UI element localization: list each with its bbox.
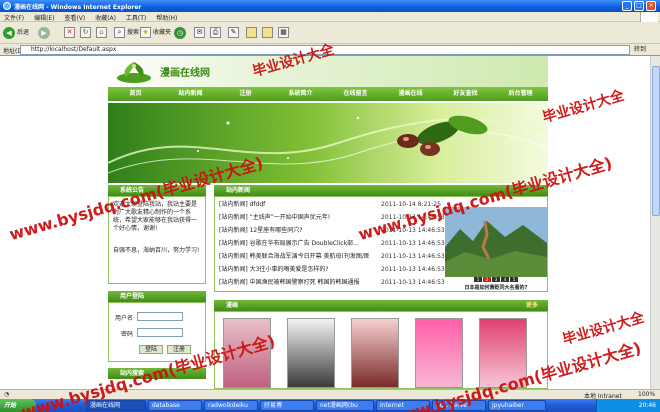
news-photo[interactable] [445, 207, 547, 277]
ie-icon [3, 2, 11, 10]
mail-button[interactable]: ✉ [194, 26, 207, 40]
discuss-button[interactable] [246, 26, 259, 40]
login-header: 用户登陆 [108, 291, 206, 302]
site-container: 漫画在线网 首页 站内新闻 注册 系统简介 在线留言 漫画在线 好友查找 后台管… [108, 56, 548, 389]
windows-flag-icon [640, 12, 658, 22]
comic-cover[interactable] [351, 318, 399, 388]
refresh-icon: ↻ [80, 27, 91, 38]
photo-page-5[interactable]: 5 [510, 277, 518, 282]
nav-news[interactable]: 站内新闻 [163, 87, 218, 101]
forward-arrow-icon: ▶ [38, 26, 50, 39]
edit-icon: ✎ [228, 27, 239, 38]
photo-caption[interactable]: 日本是如何褒贬同大名著的? [445, 284, 547, 291]
minimize-button[interactable]: _ [622, 1, 632, 11]
vertical-scrollbar[interactable] [650, 56, 660, 389]
nav-about[interactable]: 系统简介 [273, 87, 328, 101]
photo-page-2[interactable]: 2 [483, 277, 491, 282]
photo-page-4[interactable]: 4 [501, 277, 509, 282]
nav-register[interactable]: 注册 [218, 87, 273, 101]
task-database[interactable]: database [148, 400, 202, 411]
history-icon: ◷ [174, 26, 186, 39]
comics-header: 漫画 更多 [214, 300, 548, 311]
back-arrow-icon: ◀ [3, 26, 15, 39]
site-name: 漫画在线网 [160, 68, 210, 79]
password-label: 密码 [121, 331, 134, 338]
nav-guestbook[interactable]: 在线留言 [328, 87, 383, 101]
nav-comics[interactable]: 漫画在线 [383, 87, 438, 101]
forward-button[interactable]: ▶ [38, 26, 52, 40]
comics-more-link[interactable]: 更多 [526, 300, 538, 311]
banner-art [108, 115, 548, 174]
username-input[interactable] [137, 312, 183, 321]
task-folder[interactable]: radwolkdeiku [204, 400, 258, 411]
research-icon: ▦ [278, 27, 289, 38]
stop-icon: ✕ [64, 27, 75, 38]
comic-cover[interactable] [287, 318, 335, 388]
zoom-level[interactable]: 100% [638, 391, 655, 398]
maximize-button[interactable]: □ [634, 1, 644, 11]
news-panel: [站内新闻] dfddf 2011-10-14 8:21:25 [站内新闻] “主… [214, 196, 548, 292]
task-other[interactable]: jpyuhaiber [488, 400, 546, 411]
news-item[interactable]: [站内新闻] 韩美联合海战军演今日开幕 美航母(刊发图/图) 2011-10-13… [219, 251, 445, 263]
favorites-button[interactable]: ★ 收藏夹 [140, 26, 171, 40]
notice-motto: 自强不息，海纳百川，努力学习! [113, 247, 200, 254]
scrollbar-thumb[interactable] [652, 66, 660, 216]
username-label: 用户名 [115, 315, 134, 322]
menu-bar: 文件(F) 编辑(E) 查看(V) 收藏(A) 工具(T) 帮助(H) [0, 12, 660, 22]
history-button[interactable]: ◷ [174, 26, 188, 40]
banner-image [108, 103, 548, 183]
messenger-button[interactable] [262, 26, 275, 40]
nav-friends[interactable]: 好友查找 [438, 87, 493, 101]
window-title-bar: 漫画在线网 - Windows Internet Explorer _ □ × [0, 0, 660, 12]
star-icon: ★ [140, 27, 151, 38]
photo-pager: 1 2 3 4 5 [445, 277, 547, 283]
stop-button[interactable]: ✕ [64, 26, 77, 40]
folder-icon [246, 27, 257, 38]
nav-home[interactable]: 首页 [108, 87, 163, 101]
news-item[interactable]: [站内新闻] 大3往小事的晦美爱是怎样的? 2011-10-13 14:46:53 [219, 264, 445, 276]
research-button[interactable]: ▦ [278, 26, 291, 40]
nav-admin[interactable]: 后台管理 [493, 87, 548, 101]
news-item[interactable]: [站内新闻] 谷歌在华布局展示广告 DoubleClick部... 2011-10… [219, 238, 445, 250]
comic-cover[interactable] [415, 318, 463, 388]
refresh-button[interactable]: ↻ [80, 26, 93, 40]
mail-icon: ✉ [194, 27, 205, 38]
site-logo-icon [117, 62, 151, 83]
news-item[interactable]: [站内新闻] 中国渔民被韩国警察打死 韩国的韩国通报 2011-10-13 14:… [219, 277, 445, 289]
print-icon: ⎙ [210, 27, 221, 38]
comics-title: 漫画 [226, 302, 239, 309]
edit-button[interactable]: ✎ [228, 26, 241, 40]
site-nav: 首页 站内新闻 注册 系统简介 在线留言 漫画在线 好友查找 后台管理 [108, 87, 548, 101]
site-header: 漫画在线网 [108, 56, 548, 87]
print-button[interactable]: ⎙ [210, 26, 223, 40]
photo-page-3[interactable]: 3 [492, 277, 500, 282]
go-button[interactable]: 转到 [634, 45, 656, 55]
home-icon: ⌂ [96, 27, 107, 38]
back-button[interactable]: ◀ 后退 [3, 26, 29, 40]
search-button[interactable]: ⌕ 搜索 [114, 26, 139, 40]
photo-page-1[interactable]: 1 [474, 277, 482, 282]
task-app[interactable]: 好易博 [260, 400, 314, 411]
system-tray-clock[interactable]: 20:46 [596, 399, 660, 412]
window-title: 漫画在线网 - Windows Internet Explorer [14, 4, 142, 11]
password-input[interactable] [137, 328, 183, 337]
search-icon: ⌕ [114, 27, 125, 38]
home-button[interactable]: ⌂ [96, 26, 109, 40]
login-button[interactable]: 登陆 [139, 345, 163, 354]
done-icon: ◔ [4, 391, 10, 398]
close-button[interactable]: × [646, 1, 656, 11]
task-net[interactable]: net漫画网(bu [316, 400, 374, 411]
folder-icon [262, 27, 273, 38]
